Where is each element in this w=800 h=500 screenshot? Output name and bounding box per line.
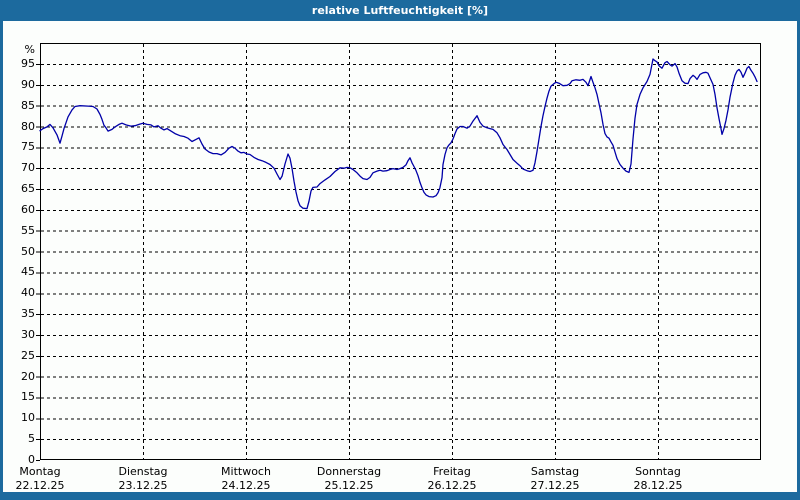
y-axis-unit-label: % xyxy=(24,43,35,56)
x-axis-day-label: Freitag xyxy=(433,465,471,478)
y-axis-tick-label: 30 xyxy=(21,327,35,341)
y-axis-tick-label: 85 xyxy=(21,98,35,112)
y-axis-tick-label: 10 xyxy=(21,411,35,425)
y-axis-tick-label: 25 xyxy=(21,348,35,362)
y-axis-tick-label: 40 xyxy=(21,286,35,300)
x-axis-day-label: Montag xyxy=(19,465,61,478)
chart-area: % 95 90 85 80 75 70 65 60 55 50 45 40 35 30 25 20 15 10 5 0… xyxy=(3,21,797,492)
y-axis-tick-label: 60 xyxy=(21,202,35,216)
plot-border xyxy=(40,43,761,460)
y-axis-tick-label: 35 xyxy=(21,307,35,321)
app-window: relative Luftfeuchtigkeit [%] % 95 90 85 80… xyxy=(0,0,800,500)
y-axis-tick-label: 55 xyxy=(21,223,35,237)
x-axis-day-label: Donnerstag xyxy=(316,465,382,478)
x-axis-day-label: Sonntag xyxy=(635,465,681,478)
window-title: relative Luftfeuchtigkeit [%] xyxy=(311,4,489,17)
x-axis-date-label: 27.12.25 xyxy=(530,479,580,492)
humidity-line-chart xyxy=(36,43,761,461)
y-axis-tick-label: 45 xyxy=(21,265,35,279)
x-axis-day-label: Mittwoch xyxy=(221,465,271,478)
y-axis-tick-label: 15 xyxy=(21,390,35,404)
window-title-bar[interactable]: relative Luftfeuchtigkeit [%] xyxy=(0,0,800,21)
x-axis-date-label: 28.12.25 xyxy=(633,479,683,492)
y-axis-tick-label: 20 xyxy=(21,369,35,383)
x-axis-date-label: 25.12.25 xyxy=(324,479,374,492)
y-axis-tick-label: 90 xyxy=(21,77,35,91)
y-axis-tick-label: 70 xyxy=(21,161,35,175)
y-axis-tick-label: 95 xyxy=(21,57,35,70)
x-axis-date-label: 22.12.25 xyxy=(15,479,65,492)
x-axis-date-label: 23.12.25 xyxy=(118,479,168,492)
x-axis-date-label: 26.12.25 xyxy=(427,479,477,492)
y-axis-tick-label: 75 xyxy=(21,140,35,154)
y-axis-tick-label: 5 xyxy=(28,432,35,446)
x-axis-date-label: 24.12.25 xyxy=(221,479,271,492)
y-axis-tick-label: 80 xyxy=(21,119,35,133)
y-axis-tick-label: 65 xyxy=(21,182,35,196)
y-axis-tick-label: 50 xyxy=(21,244,35,258)
x-axis-day-label: Samstag xyxy=(530,465,580,478)
x-axis-day-label: Dienstag xyxy=(118,465,168,478)
humidity-series-line xyxy=(39,58,758,210)
